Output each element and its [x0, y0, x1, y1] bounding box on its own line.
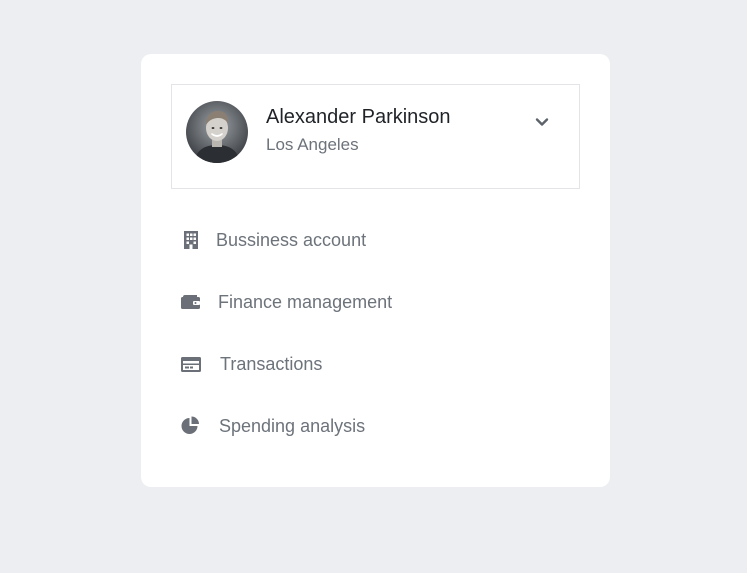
profile-selector[interactable]: Alexander Parkinson Los Angeles	[171, 84, 580, 189]
wallet-icon	[180, 292, 202, 312]
building-icon	[180, 230, 202, 250]
avatar	[186, 101, 248, 163]
pie-chart-icon	[180, 416, 202, 436]
chevron-down-icon[interactable]	[534, 114, 550, 130]
menu-item-label: Transactions	[220, 354, 323, 374]
profile-city: Los Angeles	[266, 135, 359, 154]
menu-item-finance-management[interactable]: Finance management	[171, 282, 578, 322]
account-card: Alexander Parkinson Los Angeles Bussines…	[141, 54, 610, 487]
menu-item-business-account[interactable]: Bussiness account	[171, 220, 578, 260]
menu-item-label: Bussiness account	[216, 230, 367, 250]
menu-item-label: Spending analysis	[219, 416, 366, 436]
menu-item-spending-analysis[interactable]: Spending analysis	[171, 406, 578, 446]
credit-card-icon	[180, 354, 202, 374]
menu-item-label: Finance management	[218, 292, 393, 312]
menu-item-transactions[interactable]: Transactions	[171, 344, 578, 384]
profile-name: Alexander Parkinson	[266, 106, 451, 128]
